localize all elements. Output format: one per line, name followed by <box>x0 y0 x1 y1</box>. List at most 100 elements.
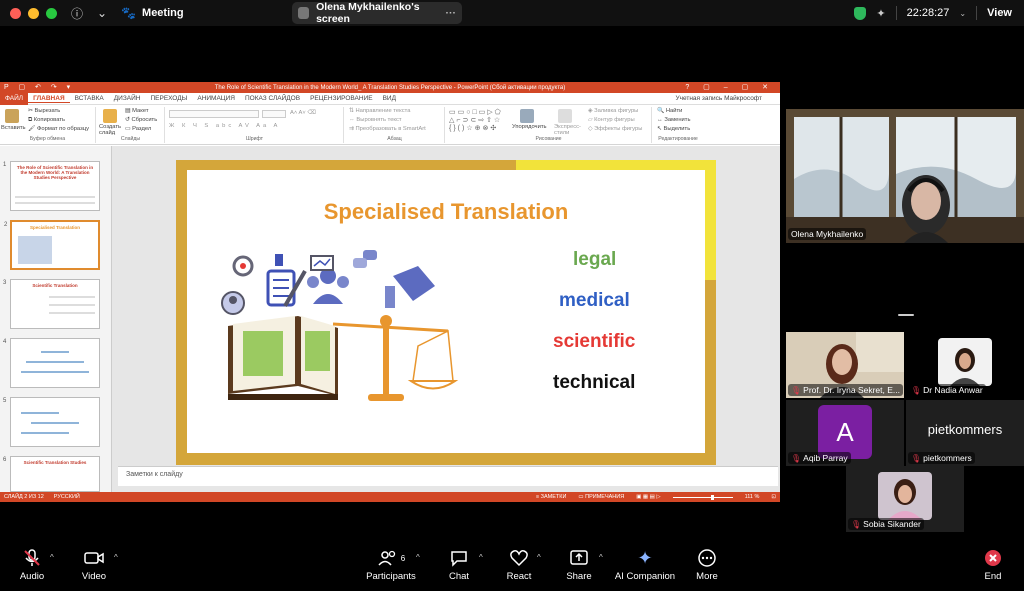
thumbnail-title: Scientific Translation <box>32 283 78 288</box>
end-meeting-button[interactable]: End <box>953 548 1024 582</box>
info-icon[interactable]: ⓘ <box>71 5 83 22</box>
participant-tile-sobia[interactable]: 🎙 Sobia Sikander <box>846 466 964 532</box>
tab-design[interactable]: ДИЗАЙН <box>109 95 146 102</box>
paste-button[interactable]: Вставить <box>1 125 26 131</box>
thumbnail-diagram <box>21 371 89 373</box>
slide-thumbnail-6[interactable]: 6 Scientific Translation Studies <box>3 456 100 492</box>
encryption-shield-icon[interactable] <box>854 6 867 20</box>
tab-slideshow[interactable]: ПОКАЗ СЛАЙДОВ <box>240 95 305 102</box>
active-speaker-video[interactable]: Olena Mykhailenko <box>786 109 1024 243</box>
smartart-button[interactable]: ⇉ Преобразовать в SmartArt <box>349 126 426 132</box>
participant-tile-piet[interactable]: pietkommers 🎙 pietkommers <box>906 400 1024 466</box>
participant-tile-nadia[interactable]: 🎙 Dr Nadia Anwar <box>906 332 1024 398</box>
copy-button[interactable]: ⧉ Копировать <box>28 117 65 124</box>
view-button[interactable]: View <box>987 7 1012 19</box>
replace-button[interactable]: ↔ Заменить <box>657 117 690 123</box>
view-buttons[interactable]: ▣ ▦ ▤ ▷ <box>636 494 660 500</box>
select-button[interactable]: ↖ Выделить <box>657 126 690 132</box>
tab-review[interactable]: РЕЦЕНЗИРОВАНИЕ <box>305 95 378 102</box>
arrange-icon[interactable] <box>520 109 534 123</box>
slide-thumbnail-5[interactable]: 5 <box>3 397 100 447</box>
slide-canvas[interactable]: Specialised Translation legal medical sc… <box>176 160 716 465</box>
arrange-button[interactable]: Упорядочить <box>512 124 547 130</box>
participant-tile-aqib[interactable]: A 🎙 Aqib Parray <box>786 400 904 466</box>
chevron-down-icon[interactable]: ⌄ <box>959 9 966 18</box>
section-button[interactable]: ▭ Раздел <box>125 126 151 132</box>
find-button[interactable]: 🔍 Найти <box>657 108 682 114</box>
video-button[interactable]: Video <box>54 548 134 582</box>
slides-label: Слайды <box>120 136 141 142</box>
quick-access-toolbar[interactable]: P ▢ ↶ ↷ ▾ <box>4 83 74 91</box>
maximize-window-button[interactable] <box>46 7 57 19</box>
text-direction-button[interactable]: ⇅ Направление текста <box>349 108 410 114</box>
ribbon-home: Вставить ✂ Вырезать ⧉ Копировать 🖌 Форма… <box>0 105 780 145</box>
zoom-slider[interactable] <box>672 494 733 500</box>
share-options-caret[interactable]: ^ <box>599 553 603 562</box>
tab-view[interactable]: ВИД <box>378 95 401 102</box>
video-options-caret[interactable]: ^ <box>114 553 118 562</box>
new-slide-button[interactable]: Создать слайд <box>99 124 123 137</box>
notes-toggle[interactable]: ≡ ЗАМЕТКИ <box>536 494 567 500</box>
font-size-buttons[interactable]: A˄ A˅ ⌫ <box>290 110 316 116</box>
minimize-window-button[interactable] <box>28 7 39 19</box>
paste-icon[interactable] <box>5 109 19 123</box>
new-slide-icon[interactable] <box>103 109 117 123</box>
slide-thumbnail-1[interactable]: 1 The Role of Scientific Translation in … <box>3 161 100 211</box>
fit-slide-icon[interactable]: ⊡ <box>771 494 776 500</box>
cut-button[interactable]: ✂ Вырезать <box>28 108 60 114</box>
layout-button[interactable]: ▤ Макет <box>125 108 149 114</box>
slide-notes-area[interactable]: Заметки к слайду <box>118 466 778 486</box>
slide-word-technical[interactable]: technical <box>553 372 635 394</box>
close-window-button[interactable] <box>10 7 21 19</box>
mic-muted-icon: 🎙 <box>911 385 922 395</box>
translation-illustration <box>221 250 459 401</box>
quick-styles-button[interactable]: Экспресс-стили <box>554 124 584 137</box>
tab-animation[interactable]: АНИМАЦИЯ <box>192 95 240 102</box>
account-link[interactable]: Учетная запись Майкрософт <box>675 95 762 102</box>
panel-resize-handle[interactable] <box>898 314 914 316</box>
font-family-input[interactable] <box>169 110 259 118</box>
ppt-work-area: 1 The Role of Scientific Translation in … <box>0 146 780 492</box>
thumbnail-diagram <box>26 361 84 363</box>
thumbnail-title: The Role of Scientific Translation in th… <box>16 165 94 181</box>
align-text-button[interactable]: ⇔ Выровнять текст <box>349 117 402 123</box>
shapes-gallery[interactable]: ▭▭○□▭▷⬠ △⌐⊃⊂⇨⇧☆ {}()☆⊕⊗✣ <box>449 108 503 132</box>
slide-thumbnail-2[interactable]: 2 Specialised Translation <box>4 220 100 270</box>
language-indicator[interactable]: РУССКИЙ <box>54 494 80 500</box>
tab-home[interactable]: ГЛАВНАЯ <box>28 95 70 103</box>
zoom-level[interactable]: 111 % <box>745 494 760 500</box>
shape-outline-button[interactable]: ▱ Контур фигуры <box>588 117 635 123</box>
slide-thumbnail-4[interactable]: 4 <box>3 338 100 388</box>
quick-styles-icon[interactable] <box>558 109 572 123</box>
sparkle-icon[interactable]: ✦ <box>876 7 885 20</box>
more-button[interactable]: More <box>667 548 747 582</box>
thumbnail-line <box>49 296 95 298</box>
slide-word-scientific[interactable]: scientific <box>553 331 635 353</box>
font-style-buttons[interactable]: Ж К Ч S abc AV Aa A <box>169 123 280 129</box>
more-label: More <box>696 571 718 582</box>
thumbnail-diagram <box>31 422 79 424</box>
more-options-icon[interactable]: ··· <box>446 7 457 19</box>
shape-fill-button[interactable]: ◈ Заливка фигуры <box>588 108 638 114</box>
tab-transitions[interactable]: ПЕРЕХОДЫ <box>145 95 192 102</box>
format-painter-button[interactable]: 🖌 Формат по образцу <box>28 126 89 132</box>
participant-name: 🎙 Aqib Parray <box>788 452 851 464</box>
end-label: End <box>984 571 1002 582</box>
tab-insert[interactable]: ВСТАВКА <box>70 95 109 102</box>
slide-thumbnail-3[interactable]: 3 Scientific Translation <box>3 279 100 329</box>
paragraph-label: Абзац <box>387 136 402 142</box>
participant-tile-iryna[interactable]: 🎙 Prof. Dr. Iryna Sekret, E... <box>786 332 904 398</box>
share-screen-pill[interactable]: Olena Mykhailenko's screen ··· <box>292 1 462 25</box>
font-size-input[interactable] <box>262 110 286 118</box>
chevron-down-icon[interactable]: ⌄ <box>97 6 107 20</box>
reset-button[interactable]: ↺ Сбросить <box>125 117 157 123</box>
slide-word-legal[interactable]: legal <box>573 249 616 271</box>
slide-title[interactable]: Specialised Translation <box>187 199 705 225</box>
chat-label: Chat <box>448 571 470 582</box>
slide-word-medical[interactable]: medical <box>559 290 630 312</box>
ppt-window-controls[interactable]: ? ▢ – ▢ ✕ <box>685 83 774 91</box>
comments-toggle[interactable]: ▭ ПРИМЕЧАНИЯ <box>578 494 624 500</box>
participant-name: 🎙 Dr Nadia Anwar <box>908 384 986 396</box>
shape-effects-button[interactable]: ◇ Эффекты фигуры <box>588 126 642 132</box>
tab-file[interactable]: ФАЙЛ <box>0 92 29 105</box>
